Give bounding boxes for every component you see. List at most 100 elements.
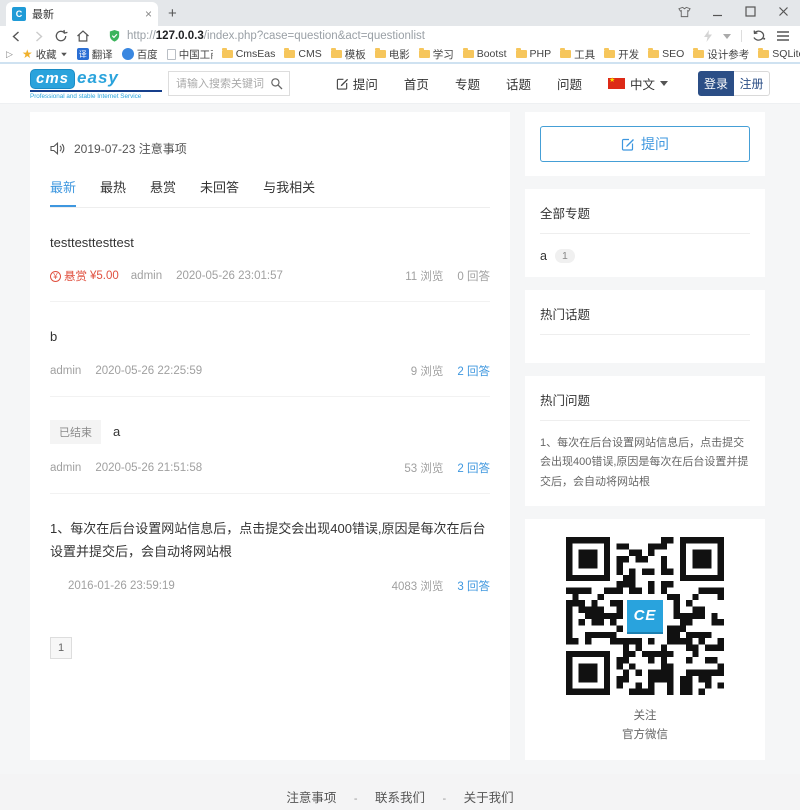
speaker-icon <box>50 142 66 155</box>
speed-mode-caret-icon[interactable] <box>723 33 731 39</box>
language-selector[interactable]: 中文 <box>607 74 668 93</box>
tab-unanswered[interactable]: 未回答 <box>200 177 239 207</box>
bookmark-baidu[interactable]: 百度 <box>121 47 158 62</box>
question-time: 2020-05-26 23:01:57 <box>176 270 283 283</box>
question-title[interactable]: 1、每次在后台设置网站信息后，点击提交会出现400错误,原因是每次在后台设置并提… <box>50 517 490 564</box>
tab-bounty[interactable]: 悬赏 <box>150 177 176 207</box>
baidu-paw-icon <box>121 48 134 60</box>
question-time: 2020-05-26 21:51:58 <box>95 461 203 474</box>
login-button[interactable]: 登录 <box>698 71 734 96</box>
minimize-icon[interactable] <box>711 5 724 18</box>
question-title[interactable]: a <box>113 420 120 443</box>
question-author[interactable]: admin <box>50 365 81 377</box>
back-icon[interactable] <box>10 30 32 43</box>
footer-link-notice[interactable]: 注意事项 <box>286 791 336 805</box>
bookmark-folder[interactable]: 开发 <box>604 47 639 62</box>
views-count: 11 浏览 <box>405 271 444 284</box>
search-input[interactable] <box>176 77 266 90</box>
bookmark-folder[interactable]: CMS <box>284 48 322 60</box>
cmseasy-logo[interactable]: cms easy Professional and stable Interne… <box>30 68 162 100</box>
bookmark-folder[interactable]: 设计参考 <box>693 47 749 62</box>
search-box <box>168 71 290 96</box>
wechat-qr-card: CE 关注 官方微信 <box>525 518 765 760</box>
search-icon[interactable] <box>270 77 283 90</box>
folder-icon <box>648 48 660 58</box>
folder-icon <box>693 48 705 58</box>
forward-icon[interactable] <box>32 30 54 43</box>
ask-card: 提问 <box>525 112 765 176</box>
nav-questions[interactable]: 问题 <box>557 74 582 93</box>
url-text[interactable]: http://127.0.0.3/index.php?case=question… <box>127 30 425 42</box>
question-author[interactable]: admin <box>50 462 81 474</box>
tab-newest[interactable]: 最新 <box>50 177 77 207</box>
announcement[interactable]: 2019-07-23 注意事项 <box>50 140 490 157</box>
main-nav: 提问 首页 专题 话题 问题 中文 登录 注册 <box>336 71 770 96</box>
bookmark-folder[interactable]: Bootst <box>462 48 507 60</box>
home-icon[interactable] <box>76 29 98 43</box>
ask-question-button[interactable]: 提问 <box>540 126 750 162</box>
question-time: 2020-05-26 22:25:59 <box>95 364 203 377</box>
bookmark-folder[interactable]: 电影 <box>374 47 410 62</box>
browser-skin-icon[interactable] <box>678 5 691 18</box>
nav-ask[interactable]: 提问 <box>336 74 378 93</box>
bookmark-folder[interactable]: PHP <box>515 48 551 60</box>
footer-link-about[interactable]: 关于我们 <box>464 791 514 805</box>
answers-link[interactable]: 2 回答 <box>457 363 490 379</box>
bookmark-folder[interactable]: 模板 <box>330 47 366 62</box>
nav-talks[interactable]: 话题 <box>506 74 531 93</box>
maximize-icon[interactable] <box>744 5 757 18</box>
tab-close-icon[interactable]: × <box>145 7 152 21</box>
section-title: 全部专题 <box>540 203 750 234</box>
undo-close-icon[interactable] <box>752 30 766 42</box>
folder-icon <box>515 48 527 58</box>
coin-icon: ¥ <box>50 270 61 282</box>
views-count: 4083 浏览 <box>391 580 444 593</box>
footer-link-contact[interactable]: 联系我们 <box>375 791 425 805</box>
question-row: 已结束 a admin 2020-05-26 21:51:58 53 浏览 2 … <box>50 397 490 494</box>
bookmarks-expander-icon[interactable]: ▷ <box>6 49 13 60</box>
site-footer: 注意事项 - 联系我们 - 关于我们 Copyright ©CmsEasy Qu… <box>0 773 800 810</box>
folder-icon <box>604 48 616 58</box>
bookmark-folder[interactable]: SQLite <box>758 48 800 60</box>
qr-center-logo: CE <box>623 595 667 636</box>
speed-mode-icon[interactable] <box>703 30 713 42</box>
register-button[interactable]: 注册 <box>734 71 770 96</box>
answers-link[interactable]: 3 回答 <box>457 578 490 594</box>
question-title[interactable]: b <box>50 325 490 348</box>
tab-related-to-me[interactable]: 与我相关 <box>263 177 315 207</box>
bookmark-folder[interactable]: 工具 <box>560 47 595 62</box>
views-count: 9 浏览 <box>410 365 444 378</box>
folder-icon <box>758 48 770 58</box>
bookmark-page[interactable]: 中国工商 <box>166 47 213 62</box>
bookmark-folder[interactable]: CmsEas <box>221 48 275 60</box>
hot-questions-card: 热门问题 1、每次在后台设置网站信息后，点击提交会出现400错误,原因是每次在后… <box>525 376 765 506</box>
views-count: 53 浏览 <box>404 462 444 475</box>
address-bar[interactable]: http://127.0.0.3/index.php?case=question… <box>108 29 703 43</box>
page-1-button[interactable]: 1 <box>50 636 72 659</box>
bookmark-favorites[interactable]: ★ 收藏 <box>22 47 68 62</box>
question-time: 2016-01-26 23:59:19 <box>68 579 175 592</box>
new-tab-button[interactable]: + <box>168 5 177 22</box>
refresh-icon[interactable] <box>54 29 76 43</box>
browser-tab[interactable]: C 最新 × <box>6 2 158 26</box>
hot-question-item[interactable]: 1、每次在后台设置网站信息后，点击提交会出现400错误,原因是每次在后台设置并提… <box>540 421 750 492</box>
bookmark-folder[interactable]: SEO <box>648 48 684 60</box>
nav-home[interactable]: 首页 <box>404 74 429 93</box>
pagination: 1 <box>50 636 490 659</box>
answers-link[interactable]: 2 回答 <box>457 460 490 476</box>
topic-item[interactable]: a 1 <box>540 234 750 263</box>
bookmark-folder[interactable]: 学习 <box>418 47 454 62</box>
menu-hamburger-icon[interactable] <box>776 30 790 42</box>
bookmark-translate[interactable]: 译翻译 <box>76 47 113 62</box>
logo-easy-text: easy <box>77 67 119 87</box>
section-title: 热门话题 <box>540 304 750 335</box>
answers-count: 0 回答 <box>457 271 490 284</box>
tab-hottest[interactable]: 最热 <box>100 177 126 207</box>
browser-tab-bar: C 最新 × + <box>0 0 800 26</box>
bounty-label: ¥ 悬赏 ¥5.00 <box>50 268 119 284</box>
nav-topics[interactable]: 专题 <box>455 74 480 93</box>
site-header: cms easy Professional and stable Interne… <box>0 64 800 104</box>
question-title[interactable]: testtesttesttest <box>50 231 490 254</box>
question-author[interactable]: admin <box>131 270 162 282</box>
close-window-icon[interactable] <box>777 5 790 18</box>
